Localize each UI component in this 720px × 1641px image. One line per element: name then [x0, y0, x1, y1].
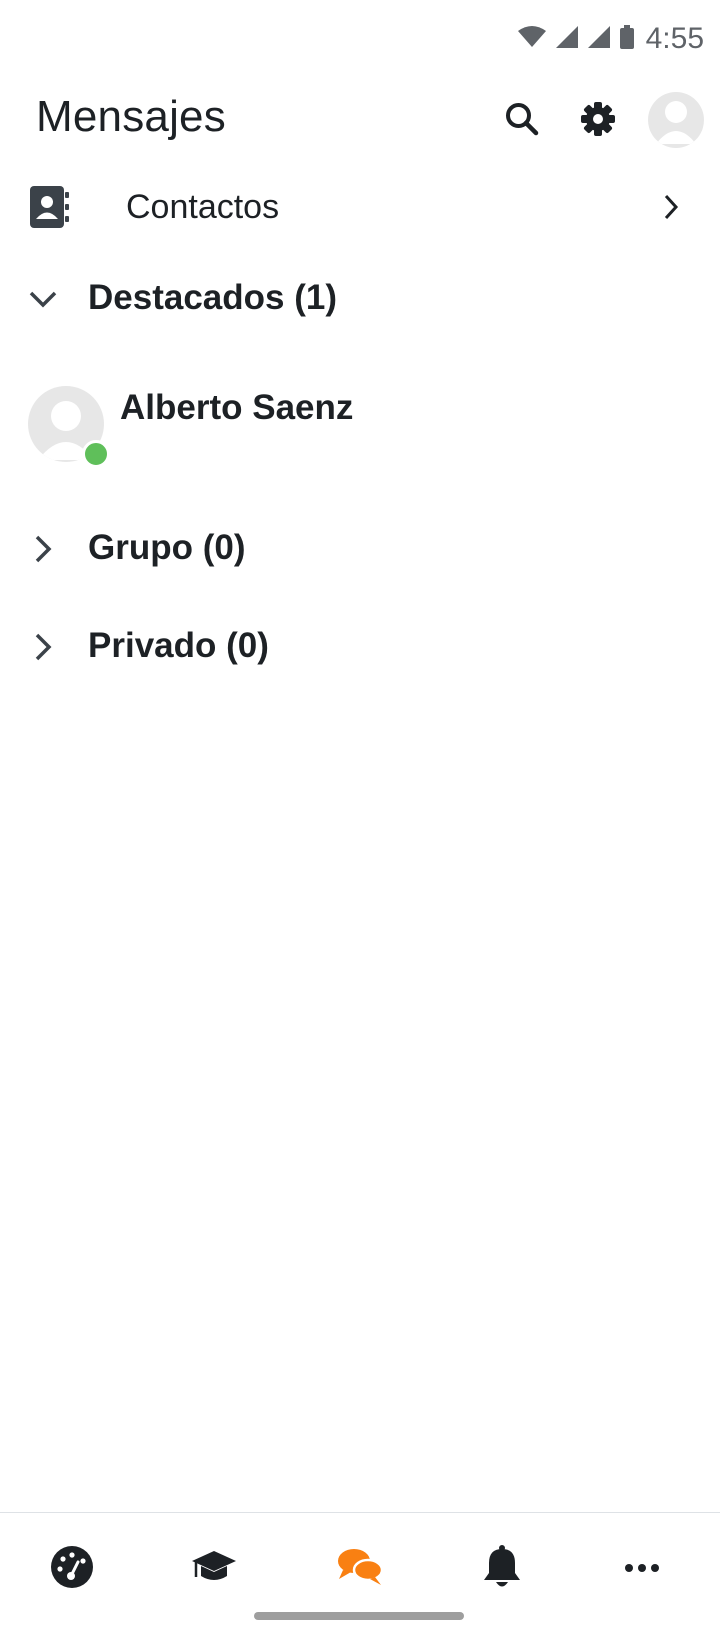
- status-bar: 4:55: [0, 0, 720, 80]
- nav-dashboard[interactable]: [36, 1533, 108, 1605]
- nav-more[interactable]: [606, 1533, 678, 1605]
- battery-icon: [619, 24, 634, 54]
- starred-section-toggle[interactable]: Destacados (1): [0, 266, 720, 336]
- address-book-icon: [30, 186, 70, 233]
- signal-icon: [555, 25, 578, 53]
- user-avatar-button[interactable]: [648, 92, 704, 148]
- avatar-icon: [648, 92, 704, 148]
- more-icon: [624, 1560, 660, 1578]
- gear-icon: [580, 101, 616, 142]
- app-header: Mensajes: [0, 86, 720, 156]
- online-status-indicator: [82, 440, 110, 468]
- status-time: 4:55: [645, 22, 704, 55]
- page-title: Mensajes: [36, 92, 226, 141]
- conversation-item[interactable]: Alberto Saenz: [0, 376, 720, 486]
- private-section-toggle[interactable]: Privado (0): [0, 614, 720, 684]
- search-button[interactable]: [494, 86, 550, 156]
- conversation-name: Alberto Saenz: [120, 388, 354, 427]
- search-icon: [504, 101, 540, 142]
- chevron-right-icon: [28, 632, 58, 667]
- group-section-label: Grupo (0): [88, 528, 246, 567]
- contacts-label: Contactos: [126, 188, 280, 226]
- signal-icon: [587, 25, 610, 53]
- status-icons: 4:55: [517, 22, 704, 56]
- settings-button[interactable]: [570, 86, 626, 156]
- chevron-right-icon: [662, 192, 680, 227]
- chevron-right-icon: [28, 534, 58, 569]
- nav-notifications[interactable]: [466, 1533, 538, 1605]
- dashboard-icon: [50, 1545, 94, 1594]
- nav-messages[interactable]: [324, 1533, 396, 1605]
- bottom-navigation: [0, 1512, 720, 1641]
- group-section-toggle[interactable]: Grupo (0): [0, 516, 720, 586]
- graduation-cap-icon: [191, 1549, 237, 1590]
- bell-icon: [483, 1544, 521, 1594]
- private-section-label: Privado (0): [88, 626, 269, 665]
- chevron-down-icon: [28, 284, 58, 319]
- gesture-navigation-bar[interactable]: [254, 1612, 464, 1620]
- contacts-link[interactable]: Contactos: [0, 170, 720, 246]
- wifi-icon: [517, 25, 546, 53]
- starred-section-label: Destacados (1): [88, 278, 337, 317]
- messages-icon: [337, 1548, 384, 1591]
- nav-courses[interactable]: [178, 1533, 250, 1605]
